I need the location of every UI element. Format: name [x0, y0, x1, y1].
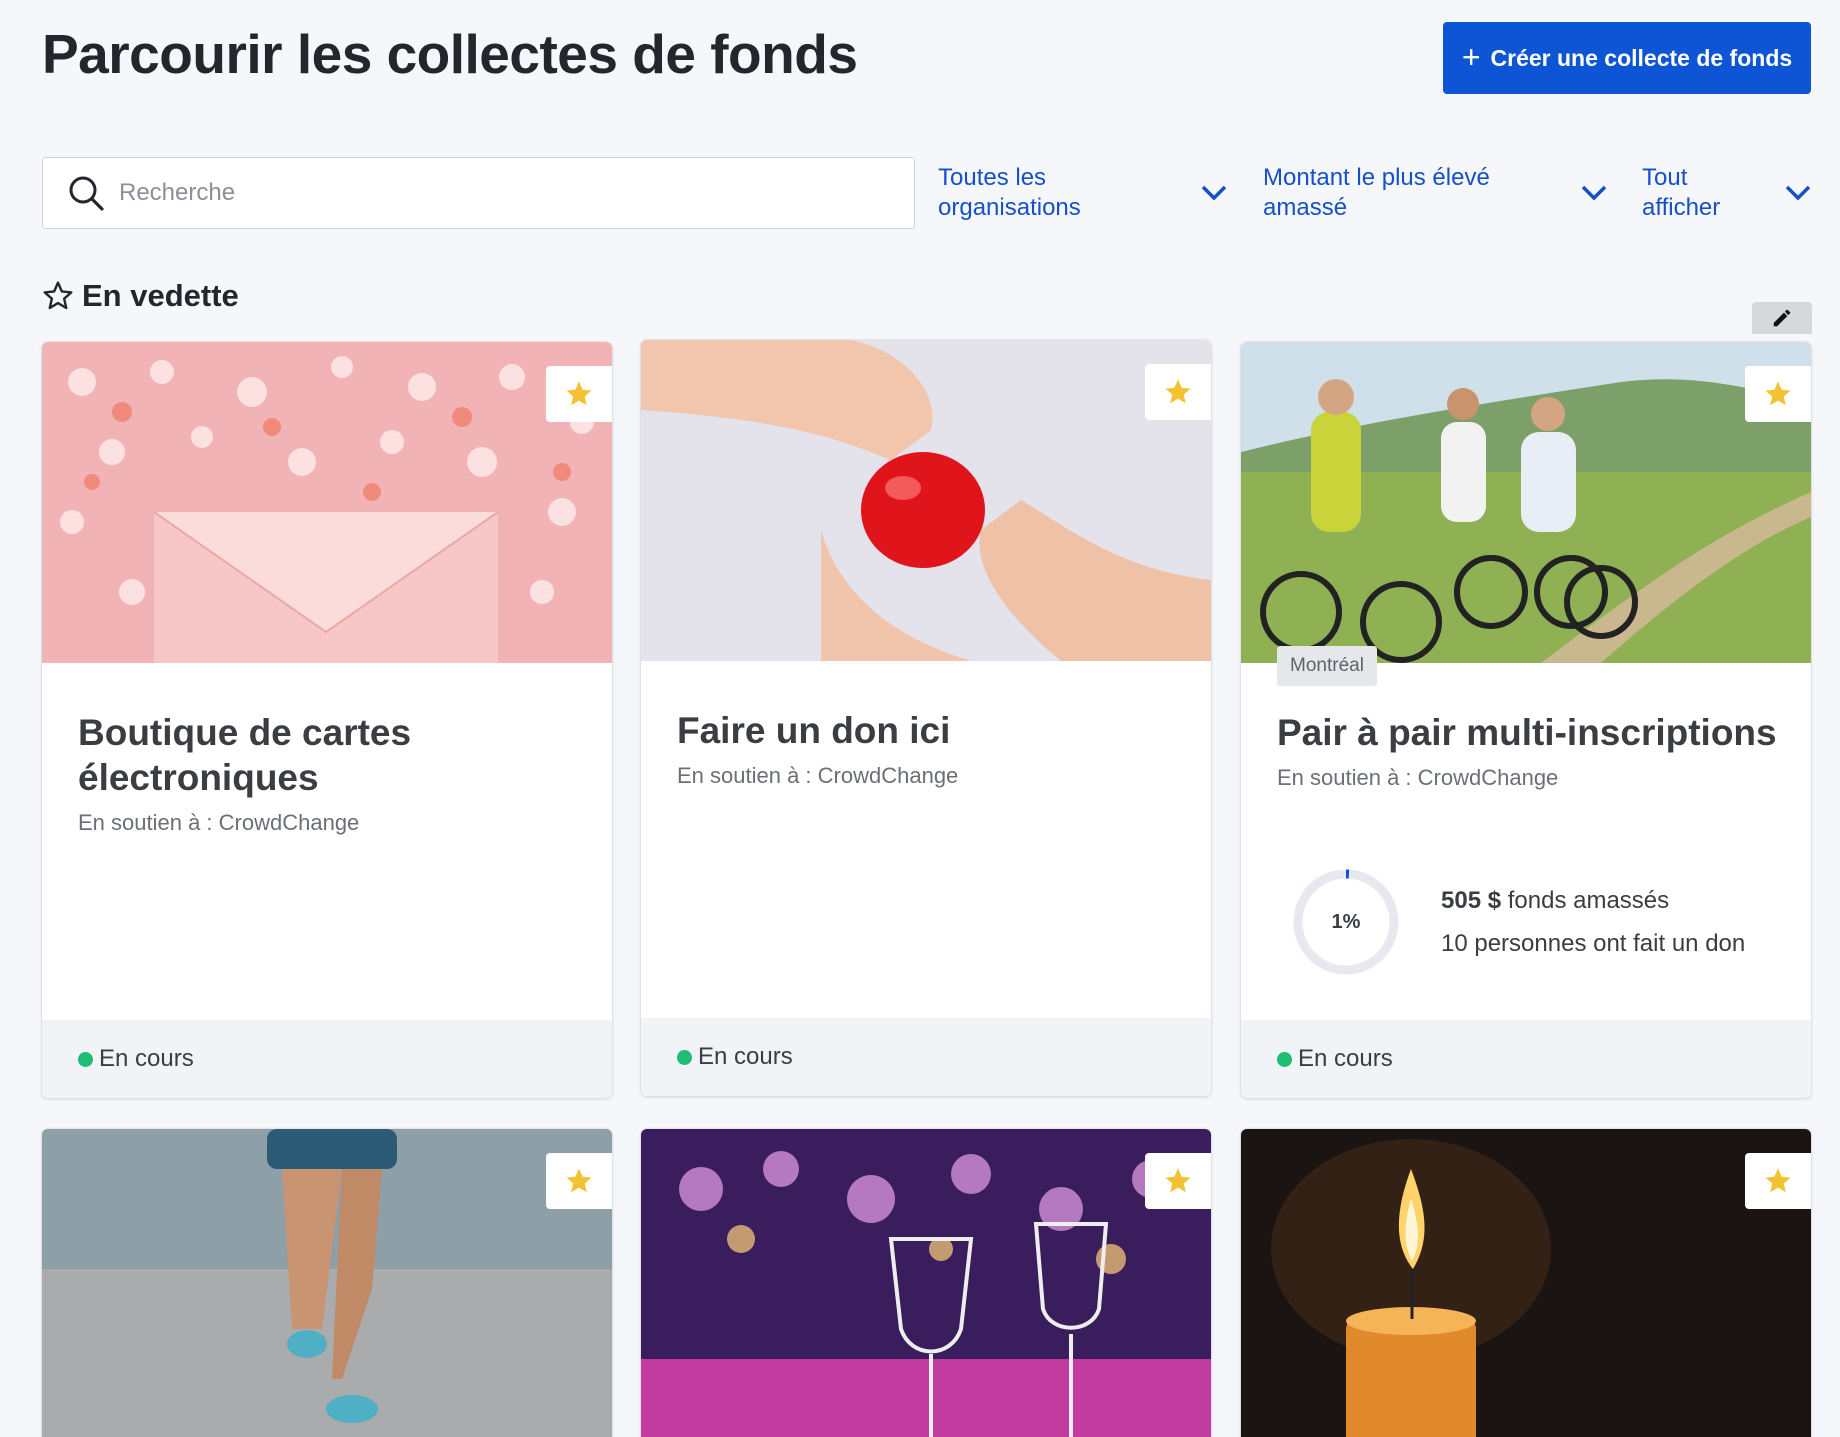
fundraiser-card[interactable]: Faire un don ici En soutien à : CrowdCha… [641, 340, 1211, 1096]
fundraiser-card[interactable] [42, 1129, 612, 1437]
star-filled-icon [1165, 1168, 1191, 1193]
star-filled-icon [1165, 379, 1191, 404]
status-dot-icon [677, 1049, 692, 1065]
card-title: Faire un don ici [677, 710, 951, 751]
search-icon [69, 176, 104, 211]
location-badge: Montréal [1277, 646, 1377, 686]
fundraiser-image-candle [1241, 1129, 1811, 1437]
featured-heading: En vedette [42, 278, 239, 314]
card-body: Boutique de cartes électroniques En sout… [78, 710, 582, 836]
card-status-label: En cours [1298, 1045, 1393, 1072]
featured-heading-label: En vedette [82, 278, 239, 313]
fundraiser-card[interactable]: Montréal Pair à pair multi-inscriptions … [1241, 342, 1811, 1098]
card-status: En cours [1241, 1020, 1811, 1098]
card-body: Faire un don ici En soutien à : CrowdCha… [677, 708, 1181, 789]
status-dot-icon [1277, 1051, 1292, 1067]
card-supporting: En soutien à : CrowdChange [78, 810, 360, 835]
show-filter-label: Tout afficher [1642, 164, 1721, 221]
organisation-filter-dropdown[interactable]: Toutes les organisations [938, 157, 1228, 229]
status-dot-icon [78, 1051, 93, 1067]
card-title: Pair à pair multi-inscriptions [1277, 712, 1777, 753]
progress-percent: 1% [1331, 910, 1361, 933]
feature-star-button[interactable] [1145, 1153, 1211, 1209]
fundraiser-image-cyclists [1241, 342, 1811, 663]
card-body: Pair à pair multi-inscriptions En soutie… [1277, 710, 1781, 791]
star-filled-icon [1765, 1168, 1791, 1193]
fundraiser-image-hearts-envelope [42, 342, 612, 663]
card-supporting: En soutien à : CrowdChange [1277, 765, 1559, 790]
sort-dropdown[interactable]: Montant le plus élevé amassé [1263, 157, 1608, 229]
feature-star-button[interactable] [1145, 364, 1211, 420]
organisation-filter-label: Toutes les organisations [938, 164, 1081, 221]
fundraiser-image-wine-glasses [641, 1129, 1211, 1437]
create-fundraiser-button[interactable]: + Créer une collecte de fonds [1443, 22, 1811, 94]
feature-star-button[interactable] [1745, 1153, 1811, 1209]
donor-count: 10 personnes ont fait un don [1441, 930, 1746, 957]
card-title: Boutique de cartes électroniques [78, 712, 412, 798]
plus-icon: + [1461, 38, 1481, 75]
search-input[interactable] [119, 179, 879, 207]
chevron-down-icon [1581, 185, 1607, 201]
sort-label: Montant le plus élevé amassé [1263, 164, 1490, 221]
star-filled-icon [566, 1168, 592, 1193]
star-outline-icon [43, 281, 73, 310]
card-status-label: En cours [99, 1045, 194, 1072]
amount-suffix: fonds amassés [1501, 887, 1670, 914]
page-title: Parcourir les collectes de fonds [42, 23, 858, 85]
amount-raised: 505 $ fonds amassés [1441, 879, 1745, 922]
fundraising-stats: 505 $ fonds amassés 10 personnes ont fai… [1441, 879, 1745, 965]
star-filled-icon [1765, 381, 1791, 406]
create-fundraiser-label: Créer une collecte de fonds [1490, 44, 1793, 71]
card-status: En cours [641, 1018, 1211, 1096]
amount-value: 505 $ [1441, 887, 1502, 914]
page: Parcourir les collectes de fonds + Créer… [0, 0, 1840, 1437]
progress-ring: 1% [1291, 867, 1401, 977]
chevron-down-icon [1201, 185, 1227, 201]
fundraiser-card[interactable] [1241, 1129, 1811, 1437]
fundraising-progress: 1% 505 $ fonds amassés 10 personnes ont … [1291, 867, 1745, 977]
show-filter-dropdown[interactable]: Tout afficher [1642, 157, 1812, 229]
edit-featured-button[interactable] [1752, 302, 1812, 334]
feature-star-button[interactable] [1745, 366, 1811, 422]
pencil-icon [1773, 309, 1791, 327]
card-status-label: En cours [698, 1043, 793, 1070]
fundraiser-image-hands-heart [641, 340, 1211, 661]
star-filled-icon [566, 381, 592, 406]
fundraiser-card[interactable] [641, 1129, 1211, 1437]
feature-star-button[interactable] [546, 366, 612, 422]
search-box[interactable] [42, 157, 915, 229]
feature-star-button[interactable] [546, 1153, 612, 1209]
fundraiser-image-runner-legs [42, 1129, 612, 1437]
chevron-down-icon [1785, 185, 1811, 201]
fundraiser-card[interactable]: Boutique de cartes électroniques En sout… [42, 342, 612, 1098]
card-supporting: En soutien à : CrowdChange [677, 763, 959, 788]
card-status: En cours [42, 1020, 612, 1098]
